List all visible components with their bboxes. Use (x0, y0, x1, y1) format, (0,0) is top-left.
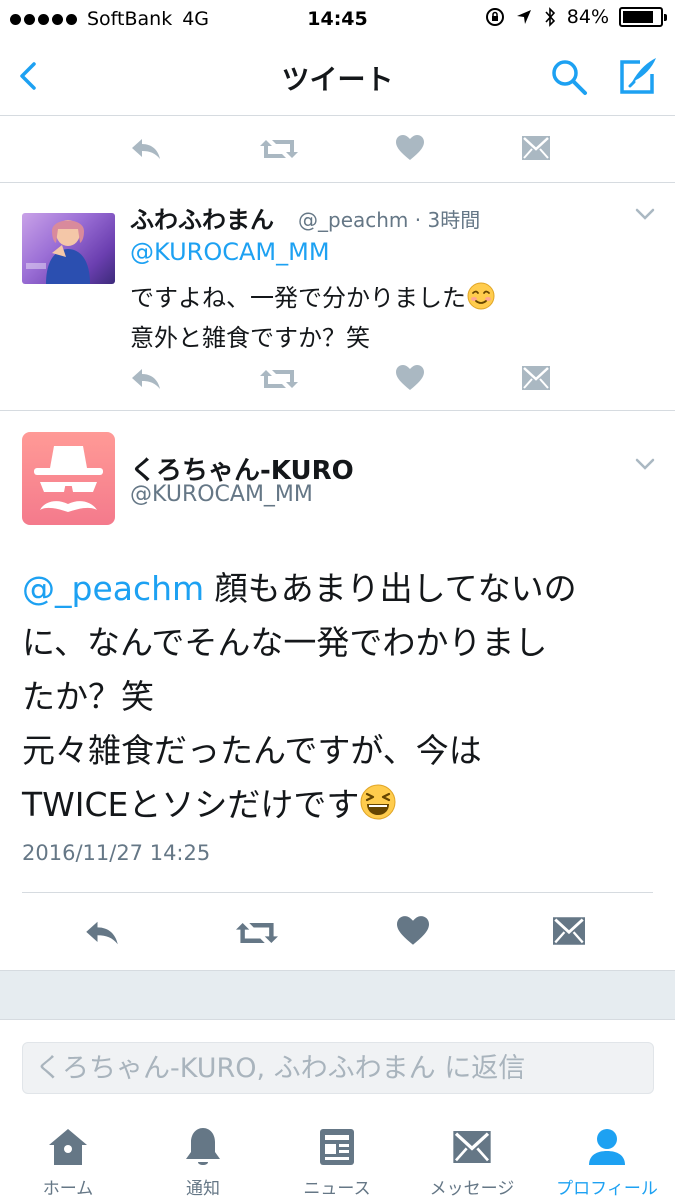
battery-percent: 84% (566, 6, 609, 28)
tab-home[interactable]: ホーム (20, 1110, 116, 1200)
reply-input[interactable] (22, 1042, 654, 1094)
tab-label: メッセージ (429, 1179, 515, 1199)
author-handle[interactable]: @KUROCAM_MM (130, 482, 313, 507)
profile-photo (26, 220, 90, 284)
avatar[interactable] (22, 432, 115, 525)
news-icon (320, 1129, 354, 1165)
tab-label: プロフィール (556, 1179, 658, 1199)
reply-icon[interactable] (130, 366, 162, 392)
tab-bar: ホーム 通知 ニュース メッセージ プロフィール (0, 1110, 675, 1200)
tab-profile[interactable]: プロフィール (543, 1110, 671, 1200)
divider (0, 410, 675, 411)
tab-label: ニュース (303, 1179, 371, 1199)
mention-link[interactable]: @_peachm (22, 569, 204, 608)
battery-icon (619, 7, 667, 27)
person-icon (589, 1129, 625, 1165)
tweet-text-line: 意外と雑食ですか？笑 (130, 324, 370, 352)
heart-icon[interactable] (396, 365, 424, 391)
hat-mustache-logo-icon (34, 446, 103, 512)
avatar[interactable] (22, 213, 115, 284)
tab-messages[interactable]: メッセージ (412, 1110, 532, 1200)
bell-icon (186, 1128, 220, 1165)
author-handle-time: @_peachm · 3時間 (298, 208, 481, 232)
chevron-down-icon[interactable] (634, 456, 656, 472)
tweet-text-line: ですよね、一発で分かりました (130, 284, 466, 312)
retweet-icon[interactable] (260, 136, 298, 162)
heart-icon[interactable] (396, 135, 424, 161)
tab-news[interactable]: ニュース (289, 1110, 385, 1200)
tweet-text-line: たか？笑 (22, 677, 154, 716)
tweet-timestamp: 2016/11/27 14:25 (22, 841, 211, 865)
author-name[interactable]: ふわふわまん (130, 200, 274, 235)
bluetooth-icon (545, 7, 555, 27)
envelope-icon[interactable] (522, 136, 550, 160)
home-icon (49, 1129, 87, 1165)
tab-label: ホーム (42, 1179, 94, 1199)
tweet-body: @_peachm 顔もあまり出してないの に、なんでそんな一発でわかりまし たか… (22, 562, 662, 832)
retweet-icon[interactable] (236, 918, 278, 948)
tweet-text-segment: TWICEとソシだけです (22, 785, 360, 824)
tab-notifications[interactable]: 通知 (155, 1110, 251, 1200)
envelope-icon[interactable] (522, 366, 550, 390)
tweet-text-line: 元々雑食だったんですが、今は (22, 731, 482, 770)
envelope-icon (453, 1131, 491, 1163)
status-bar: SoftBank 4G 14:45 84% (0, 0, 675, 40)
tweet-text-line: に、なんでそんな一発でわかりまし (22, 623, 548, 662)
grinning-squinting-emoji-icon (360, 784, 396, 820)
reply-icon[interactable] (130, 136, 162, 162)
tweet-text-segment: 顔もあまり出してないの (204, 569, 577, 608)
mention-link[interactable]: @KUROCAM_MM (130, 238, 330, 266)
tab-label: 通知 (186, 1179, 220, 1199)
rotation-lock-icon (485, 8, 504, 26)
nav-bar: ツイート (0, 40, 675, 116)
location-icon (516, 10, 531, 24)
reply-icon[interactable] (84, 918, 120, 948)
divider (0, 182, 675, 183)
retweet-icon[interactable] (260, 366, 298, 392)
chevron-down-icon[interactable] (634, 206, 656, 222)
section-spacer (0, 970, 675, 1020)
heart-icon[interactable] (397, 916, 429, 946)
smiling-face-emoji-icon (467, 282, 495, 310)
compose-icon[interactable] (614, 54, 660, 100)
envelope-icon[interactable] (553, 917, 585, 945)
search-icon[interactable] (548, 56, 590, 98)
divider (22, 892, 653, 893)
